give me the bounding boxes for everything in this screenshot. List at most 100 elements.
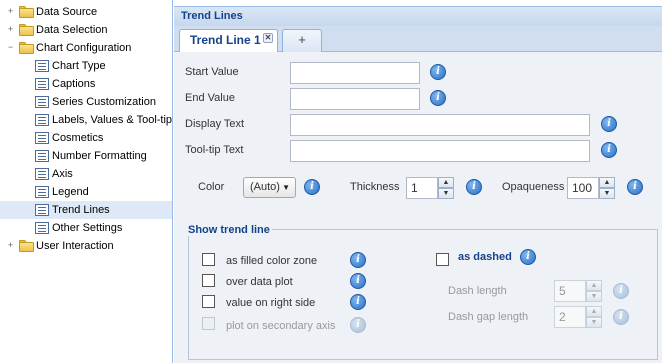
info-icon: i <box>613 309 629 325</box>
tree-item-label: Series Customization <box>52 96 156 108</box>
info-icon[interactable]: i <box>601 142 617 158</box>
display-text-label: Display Text <box>185 118 245 130</box>
info-icon[interactable]: i <box>430 64 446 80</box>
add-tab-button[interactable]: + <box>282 29 322 52</box>
dash-length-stepper[interactable]: 5 ▲ ▼ <box>554 280 602 302</box>
tree-item-label: Axis <box>52 168 73 180</box>
info-icon[interactable]: i <box>350 252 366 268</box>
end-value-input[interactable] <box>290 88 420 110</box>
trend-line-form: Start Value i End Value i Display Text i… <box>174 52 662 363</box>
list-icon <box>35 222 49 234</box>
spin-up-icon[interactable]: ▲ <box>586 280 602 291</box>
expand-icon[interactable]: + <box>6 7 15 16</box>
value-right-side-checkbox[interactable] <box>202 295 215 308</box>
tab-label: Trend Line 1 <box>190 33 261 47</box>
start-value-input[interactable] <box>290 62 420 84</box>
dash-length-value[interactable]: 5 <box>554 280 586 302</box>
tree-item-data-selection[interactable]: + Data Selection <box>0 21 172 39</box>
folder-icon <box>19 240 34 252</box>
tree-item-chart-configuration[interactable]: − Chart Configuration <box>0 39 172 57</box>
value-right-side-label: value on right side <box>226 297 316 309</box>
tree-item-number-formatting[interactable]: Number Formatting <box>0 147 172 165</box>
tooltip-text-label: Tool-tip Text <box>185 144 244 156</box>
tree-item-axis[interactable]: Axis <box>0 165 172 183</box>
tree-item-label: Chart Configuration <box>36 42 132 54</box>
expand-icon[interactable]: + <box>6 241 15 250</box>
dash-length-label: Dash length <box>448 285 507 297</box>
tree-item-cosmetics[interactable]: Cosmetics <box>0 129 172 147</box>
thickness-value[interactable]: 1 <box>406 177 438 199</box>
start-value-label: Start Value <box>185 66 239 78</box>
spin-down-icon[interactable]: ▼ <box>438 188 454 199</box>
info-icon: i <box>613 283 629 299</box>
end-value-label: End Value <box>185 92 235 104</box>
info-icon[interactable]: i <box>627 179 643 195</box>
tab-trend-line-1[interactable]: Trend Line 1 ✕ <box>179 29 278 53</box>
info-icon[interactable]: i <box>350 294 366 310</box>
opaqueness-label: Opaqueness <box>502 181 565 193</box>
list-icon <box>35 132 49 144</box>
info-icon: i <box>350 317 366 333</box>
color-value: (Auto) <box>250 181 280 193</box>
list-icon <box>35 78 49 90</box>
tree-item-data-source[interactable]: + Data Source <box>0 3 172 21</box>
dash-gap-length-value[interactable]: 2 <box>554 306 586 328</box>
info-icon[interactable]: i <box>350 273 366 289</box>
list-icon <box>35 186 49 198</box>
filled-zone-checkbox[interactable] <box>202 253 215 266</box>
info-icon[interactable]: i <box>601 116 617 132</box>
tree-item-chart-type[interactable]: Chart Type <box>0 57 172 75</box>
filled-zone-label: as filled color zone <box>226 255 318 267</box>
tree-item-other-settings[interactable]: Other Settings <box>0 219 172 237</box>
list-icon <box>35 168 49 180</box>
collapse-icon[interactable]: − <box>6 43 15 52</box>
over-data-plot-checkbox[interactable] <box>202 274 215 287</box>
tree-item-label: Cosmetics <box>52 132 104 144</box>
spin-down-icon[interactable]: ▼ <box>599 188 615 199</box>
spin-up-icon[interactable]: ▲ <box>438 177 454 188</box>
tree-item-user-interaction[interactable]: + User Interaction <box>0 237 172 255</box>
spin-down-icon[interactable]: ▼ <box>586 317 602 328</box>
info-icon[interactable]: i <box>304 179 320 195</box>
tree-item-label: Chart Type <box>52 60 106 72</box>
secondary-axis-checkbox[interactable] <box>202 317 215 330</box>
tree-item-series-customization[interactable]: Series Customization <box>0 93 172 111</box>
folder-icon <box>19 24 34 36</box>
tooltip-text-input[interactable] <box>290 140 590 162</box>
thickness-stepper[interactable]: 1 ▲ ▼ <box>406 177 454 199</box>
tree-item-labels-values-tooltip[interactable]: Labels, Values & Tool-tip <box>0 111 172 129</box>
trend-lines-panel: Trend Lines Trend Line 1 ✕ + Start Value… <box>174 0 662 363</box>
color-label: Color <box>198 181 225 193</box>
spin-down-icon[interactable]: ▼ <box>586 291 602 302</box>
tree-item-label: Other Settings <box>52 222 123 234</box>
list-icon <box>35 204 49 216</box>
close-icon[interactable]: ✕ <box>263 33 273 43</box>
color-select[interactable]: (Auto) ▼ <box>243 177 296 198</box>
list-icon <box>35 114 49 126</box>
info-icon[interactable]: i <box>520 249 536 265</box>
folder-icon <box>19 6 34 18</box>
dash-gap-length-label: Dash gap length <box>448 311 529 323</box>
secondary-axis-label: plot on secondary axis <box>226 320 336 332</box>
dash-gap-length-stepper[interactable]: 2 ▲ ▼ <box>554 306 602 328</box>
tree-item-label: Data Source <box>36 6 98 18</box>
list-icon <box>35 150 49 162</box>
spin-up-icon[interactable]: ▲ <box>586 306 602 317</box>
info-icon[interactable]: i <box>430 90 446 106</box>
show-trend-line-legend: Show trend line <box>186 224 272 236</box>
tree-item-label: User Interaction <box>36 240 114 252</box>
chevron-down-icon: ▼ <box>282 183 290 192</box>
opaqueness-value[interactable]: 100 <box>567 177 599 199</box>
info-icon[interactable]: i <box>466 179 482 195</box>
opaqueness-stepper[interactable]: 100 ▲ ▼ <box>567 177 615 199</box>
display-text-input[interactable] <box>290 114 590 136</box>
tree-item-legend[interactable]: Legend <box>0 183 172 201</box>
tree-item-label: Legend <box>52 186 89 198</box>
tree-item-label: Trend Lines <box>52 204 110 216</box>
as-dashed-checkbox[interactable] <box>436 253 449 266</box>
tree-item-captions[interactable]: Captions <box>0 75 172 93</box>
tree-item-label: Data Selection <box>36 24 108 36</box>
tree-item-trend-lines[interactable]: Trend Lines <box>0 201 172 219</box>
spin-up-icon[interactable]: ▲ <box>599 177 615 188</box>
expand-icon[interactable]: + <box>6 25 15 34</box>
